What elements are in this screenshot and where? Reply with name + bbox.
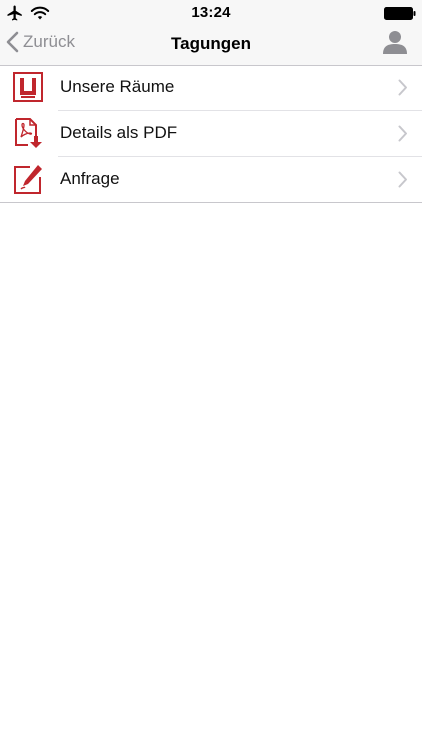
rooms-icon [13, 72, 43, 102]
battery-icon [384, 7, 416, 20]
chevron-right-icon [398, 79, 407, 96]
menu-item-anfrage[interactable]: Anfrage [0, 157, 422, 203]
menu-list: Unsere Räume Details als PDF Anfrage [0, 65, 422, 203]
status-time: 13:24 [191, 4, 231, 21]
chevron-right-icon [398, 171, 407, 188]
chevron-right-icon [398, 125, 407, 142]
navigation-bar: Zurück Tagungen [0, 28, 422, 65]
person-icon[interactable] [382, 29, 408, 55]
page-title: Tagungen [171, 34, 251, 53]
menu-item-unsere-raeume[interactable]: Unsere Räume [0, 65, 422, 111]
edit-request-icon [14, 165, 42, 194]
menu-item-details-pdf[interactable]: Details als PDF [0, 111, 422, 157]
status-bar: 13:24 [0, 0, 422, 28]
menu-item-label: Anfrage [60, 169, 120, 188]
pdf-download-icon [15, 118, 42, 148]
menu-item-label: Unsere Räume [60, 77, 175, 96]
menu-item-label: Details als PDF [60, 123, 178, 142]
row-separator [0, 202, 422, 203]
top-bar: 13:24 Zurück Tagungen [0, 0, 422, 66]
